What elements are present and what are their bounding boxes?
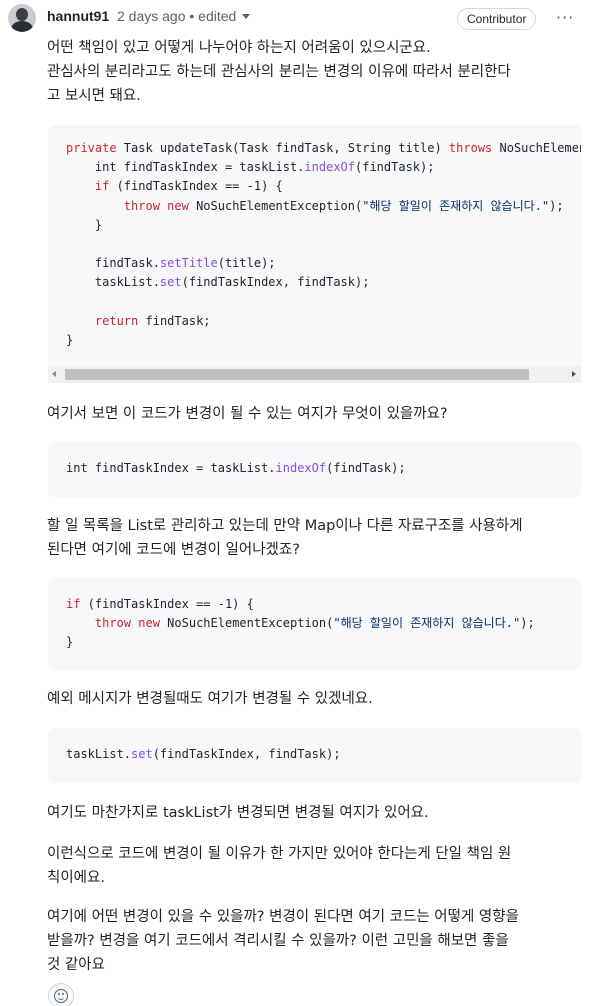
code-text: (findTaskIndex == -1) { [80,597,254,611]
code-block-index-of[interactable]: int findTaskIndex = taskList.indexOf(fin… [48,442,581,497]
code-text: NoSuchElementException { [499,141,582,155]
comment-paragraph-7: 여기에 어떤 변경이 있을 수 있을까? 변경이 된다면 여기 코드는 어떻게 … [47,905,582,977]
comment-paragraph-4: 예외 메시지가 변경될때도 여기가 변경될 수 있겠네요. [47,687,582,711]
paragraph-line: 고 보시면 돼요. [47,88,141,104]
code-function: set [159,275,182,290]
code-keyword: new [138,616,160,631]
scroll-left-arrow-icon[interactable] [52,371,56,377]
avatar[interactable] [8,4,36,32]
paragraph-line: 된다면 여기에 코드에 변경이 일어나겠죠? [47,542,300,558]
code-text: } [66,333,74,348]
code-text: (findTask); [326,461,406,475]
code-keyword: if [94,179,110,194]
code-text: (findTaskIndex, findTask); [152,747,341,761]
scrollbar-thumb[interactable] [65,369,529,380]
code-function: indexOf [304,160,355,175]
code-block-if-throw[interactable]: if (findTaskIndex == -1) { throw new NoS… [48,578,581,670]
code-text: findTask. [66,256,160,271]
code-text: } [66,217,103,232]
code-function: set [131,747,153,761]
code-function: setTitle [159,256,218,271]
kebab-menu-icon[interactable]: ··· [556,10,574,26]
paragraph-line: 할 일 목록을 List로 관리하고 있는데 만약 Map이나 다른 자료구조를… [47,518,523,534]
code-block-task-list-set[interactable]: taskList.set(findTaskIndex, findTask); [48,728,581,783]
code-text: int findTaskIndex = taskList. [66,461,276,475]
comment-paragraph-5: 여기도 마찬가지로 taskList가 변경되면 변경될 여지가 있어요. [47,801,582,825]
comment-header: hannut91 2 days ago • edited Contributor… [0,0,590,36]
code-text: (title); [217,256,276,271]
code-text: (findTaskIndex == -1) { [109,179,283,194]
add-reaction-button[interactable] [48,983,74,1006]
paragraph-line: 받을까? 변경을 여기 코드에서 격리시킬 수 있을까? 이런 고민을 해보면 … [47,933,509,949]
code-text: taskList. [66,747,132,761]
code-string: "해당 할일이 존재하지 않습니다." [362,198,550,213]
code-text: taskList. [66,275,160,290]
paragraph-line: 여기서 보면 이 코드가 변경이 될 수 있는 여지가 무엇이 있을까요? [47,406,448,422]
code-keyword: if [66,597,81,611]
comment-timestamp: 2 days ago • edited [117,8,237,24]
code-text: (findTask); [355,160,435,175]
paragraph-line: 관심사의 분리라고도 하는데 관심사의 분리는 변경의 이유에 따라서 분리한다 [47,64,511,80]
author-name[interactable]: hannut91 [47,8,109,24]
paragraph-line: 여기도 마찬가지로 taskList가 변경되면 변경될 여지가 있어요. [47,805,429,821]
comment-paragraph-6: 이런식으로 코드에 변경이 될 이유가 한 가지만 있어야 한다는게 단일 책임… [47,842,582,890]
code-keyword: new [167,198,189,213]
scroll-right-arrow-icon[interactable] [572,371,576,377]
paragraph-line: 이런식으로 코드에 변경이 될 이유가 한 가지만 있어야 한다는게 단일 책임… [47,846,512,862]
code-function: indexOf [275,461,327,475]
code-keyword: return [94,313,139,328]
code-keyword: throw [94,616,132,631]
code-text: (findTaskIndex, findTask); [181,275,370,290]
code-keyword: throw [123,198,160,213]
comment-paragraph-2: 여기서 보면 이 코드가 변경이 될 수 있는 여지가 무엇이 있을까요? [47,402,582,426]
paragraph-line: 어떤 책임이 있고 어떻게 나누어야 하는지 어려움이 있으시군요. [47,40,431,56]
code-text: ); [520,616,535,631]
code-text: } [66,635,74,650]
code-keyword: throws [448,141,493,155]
code-text: Task updateTask(Task findTask, String ti… [116,141,449,155]
code-horizontal-scrollbar[interactable] [48,366,581,383]
code-block-update-task[interactable]: private Task updateTask(Task findTask, S… [48,125,581,366]
comment-meta[interactable]: 2 days ago • edited [117,8,251,24]
paragraph-line: 것 같아요 [47,957,105,973]
code-text: findTask; [138,313,211,328]
paragraph-line: 칙이에요. [47,870,105,886]
code-text: NoSuchElementException( [159,616,334,631]
avatar-head [16,8,28,21]
smiley-icon [54,989,68,1003]
code-keyword: private [66,141,117,155]
code-text: ); [549,198,564,213]
chevron-down-icon[interactable] [242,14,251,19]
code-string: "해당 할일이 존재하지 않습니다." [333,616,521,631]
contributor-badge: Contributor [457,8,537,30]
avatar-body [11,21,33,32]
paragraph-line: 여기에 어떤 변경이 있을 수 있을까? 변경이 된다면 여기 코드는 어떻게 … [47,909,519,925]
code-text: NoSuchElementException( [188,198,363,213]
comment-paragraph-1: 어떤 책임이 있고 어떻게 나누어야 하는지 어려움이 있으시군요. 관심사의 … [47,36,582,108]
paragraph-line: 예외 메시지가 변경될때도 여기가 변경될 수 있겠네요. [47,691,373,707]
comment-paragraph-3: 할 일 목록을 List로 관리하고 있는데 만약 Map이나 다른 자료구조를… [47,514,582,562]
code-text: int findTaskIndex = taskList. [66,160,305,175]
